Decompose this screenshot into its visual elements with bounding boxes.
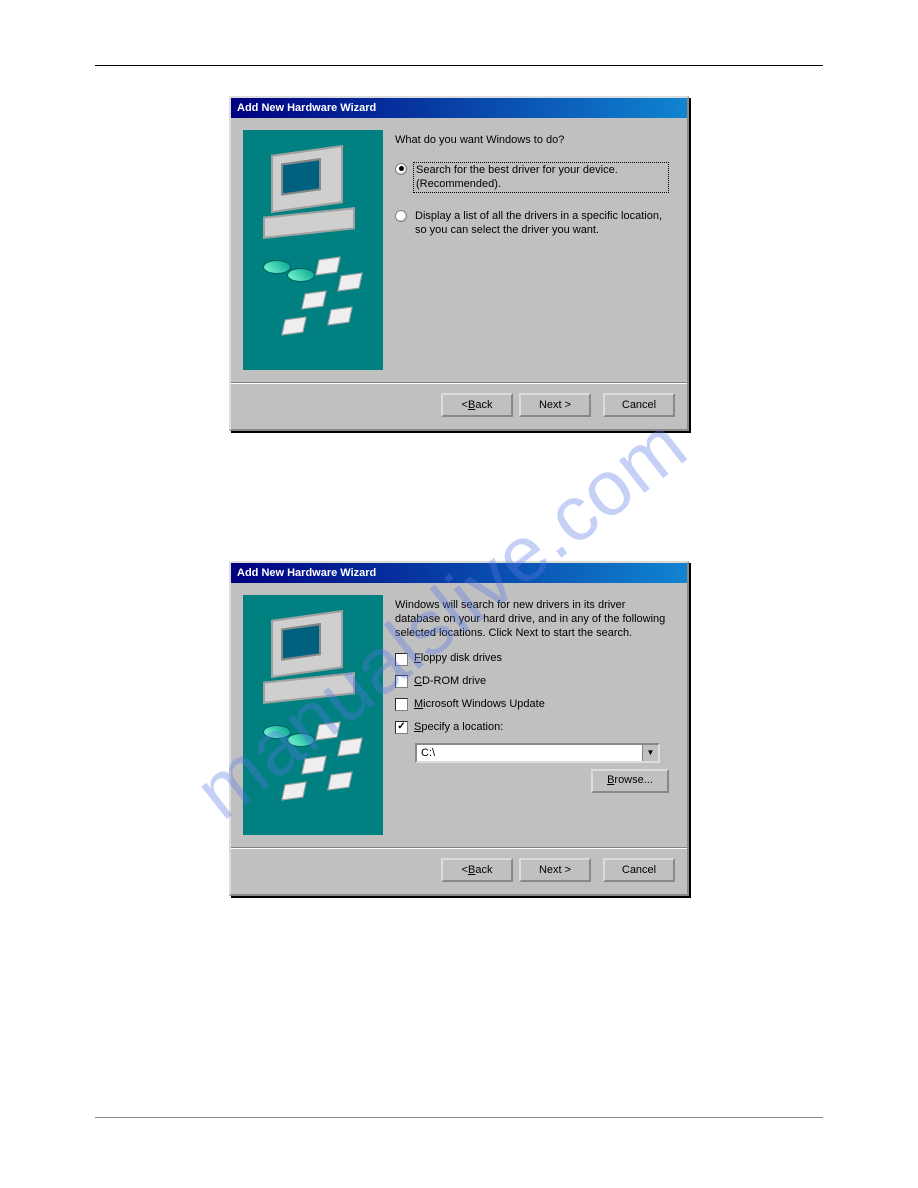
radio-icon [395, 163, 407, 175]
dialog-search-locations: Add New Hardware Wizard Windows will sea… [229, 561, 689, 896]
back-button[interactable]: < Back [441, 858, 513, 882]
radio-label: Display a list of all the drivers in a s… [413, 209, 669, 239]
wizard-illustration [243, 595, 383, 835]
checkbox-specify-location[interactable]: Specify a location: [395, 721, 669, 735]
question-text: What do you want Windows to do? [395, 134, 669, 148]
checkbox-cdrom[interactable]: CD-ROM drive [395, 675, 669, 689]
dropdown-icon[interactable]: ▼ [642, 745, 658, 761]
next-button[interactable]: Next > [519, 393, 591, 417]
page-top-rule [95, 65, 823, 66]
btn-label: Next > [539, 399, 571, 411]
cancel-button[interactable]: Cancel [603, 858, 675, 882]
btn-hotkey: B [607, 774, 614, 788]
titlebar: Add New Hardware Wizard [231, 98, 687, 118]
checkbox-icon [395, 675, 408, 688]
checkbox-floppy[interactable]: Floppy disk drives [395, 652, 669, 666]
cancel-button[interactable]: Cancel [603, 393, 675, 417]
checkbox-icon [395, 653, 408, 666]
titlebar-text: Add New Hardware Wizard [237, 102, 376, 114]
check-label: Microsoft Windows Update [414, 698, 545, 712]
radio-display-list[interactable]: Display a list of all the drivers in a s… [395, 209, 669, 239]
page-bottom-rule [95, 1117, 823, 1118]
location-value: C:\ [417, 745, 642, 761]
btn-rest: rowse... [614, 774, 653, 788]
radio-search-best-driver[interactable]: Search for the best driver for your devi… [395, 162, 669, 194]
radio-label: Search for the best driver for your devi… [413, 162, 669, 194]
btn-label: Next > [539, 864, 571, 876]
btn-label: Cancel [622, 864, 656, 876]
back-button[interactable]: < Back [441, 393, 513, 417]
check-label: Specify a location: [414, 721, 503, 735]
wizard-illustration [243, 130, 383, 370]
checkbox-icon [395, 698, 408, 711]
radio-icon [395, 210, 407, 222]
titlebar: Add New Hardware Wizard [231, 563, 687, 583]
btn-hotkey: B [468, 864, 475, 876]
check-label: Floppy disk drives [414, 652, 502, 666]
dialog-driver-search-choice: Add New Hardware Wizard What do you want… [229, 96, 689, 431]
location-combobox[interactable]: C:\ ▼ [415, 743, 660, 763]
checkbox-icon [395, 721, 408, 734]
browse-button[interactable]: Browse... [591, 769, 669, 793]
description-text: Windows will search for new drivers in i… [395, 599, 669, 640]
btn-label: Cancel [622, 399, 656, 411]
checkbox-windows-update[interactable]: Microsoft Windows Update [395, 698, 669, 712]
titlebar-text: Add New Hardware Wizard [237, 567, 376, 579]
check-label: CD-ROM drive [414, 675, 486, 689]
btn-hotkey: B [468, 399, 475, 411]
next-button[interactable]: Next > [519, 858, 591, 882]
btn-rest: ack [475, 399, 492, 411]
btn-rest: ack [475, 864, 492, 876]
